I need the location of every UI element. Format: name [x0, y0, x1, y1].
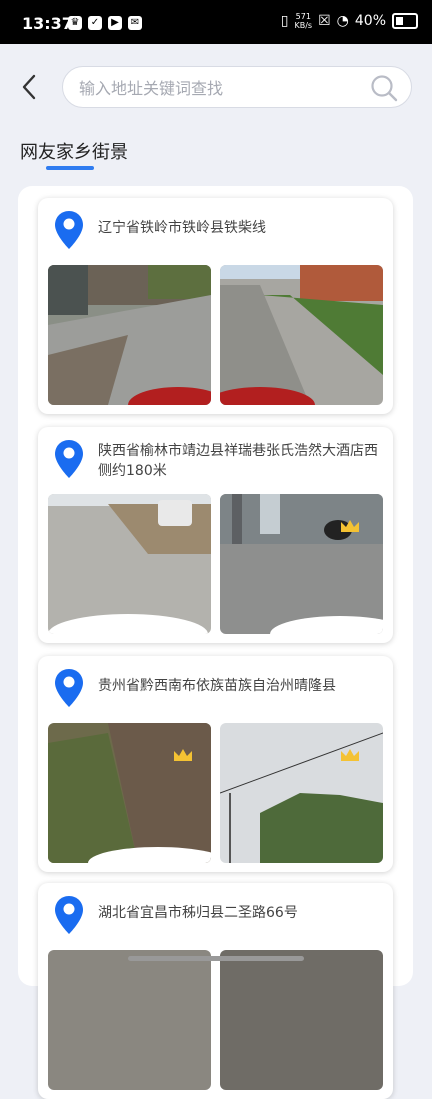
status-time: 13:37 — [22, 14, 73, 33]
streetview-photo[interactable] — [48, 265, 211, 405]
streetview-photo[interactable] — [220, 723, 383, 863]
network-speed: 571 KB/s — [294, 12, 312, 30]
battery-icon — [392, 13, 418, 29]
location-card[interactable]: 陕西省榆林市靖边县祥瑞巷张氏浩然大酒店西侧约180米 — [38, 427, 393, 643]
back-icon[interactable] — [16, 72, 42, 102]
location-card[interactable]: 贵州省黔西南布依族苗族自治州晴隆县 — [38, 656, 393, 872]
network-speed-value: 571 — [295, 12, 311, 21]
network-speed-unit: KB/s — [294, 21, 313, 30]
streetview-photo[interactable] — [220, 950, 383, 1090]
location-pin-icon — [55, 896, 83, 934]
header — [0, 44, 432, 130]
battery-percent: 40% — [354, 13, 386, 29]
crown-icon — [174, 749, 192, 761]
location-pin-icon — [55, 211, 83, 249]
notification-icons: ♛ ✓ ▶ ✉ — [68, 16, 142, 30]
mail-notification-icon: ✉ — [128, 16, 142, 30]
check-notification-icon: ✓ — [88, 16, 102, 30]
tab-indicator — [46, 166, 94, 170]
crown-notification-icon: ♛ — [68, 16, 82, 30]
location-card[interactable]: 湖北省宜昌市秭归县二圣路66号 — [38, 883, 393, 1099]
sim-icon: ☒ — [318, 13, 331, 29]
wifi-icon: ◔ — [336, 13, 349, 29]
location-address: 陕西省榆林市靖边县祥瑞巷张氏浩然大酒店西侧约180米 — [98, 443, 378, 479]
section-title[interactable]: 网友家乡街景 — [20, 138, 128, 164]
streetview-photo[interactable] — [220, 265, 383, 405]
streetview-list: 辽宁省铁岭市铁岭县铁柴线 陕西省榆林市靖边县祥瑞巷张氏浩然大酒店西侧约180米 … — [18, 186, 413, 1099]
location-pin-icon — [55, 440, 83, 478]
location-pin-icon — [55, 669, 83, 707]
location-card[interactable]: 辽宁省铁岭市铁岭县铁柴线 — [38, 198, 393, 414]
streetview-photo[interactable] — [48, 723, 211, 863]
crown-icon — [341, 749, 359, 761]
location-address: 辽宁省铁岭市铁岭县铁柴线 — [98, 220, 266, 236]
streetview-photo[interactable] — [220, 494, 383, 634]
streetview-photo[interactable] — [48, 494, 211, 634]
location-address: 贵州省黔西南布依族苗族自治州晴隆县 — [98, 678, 336, 694]
status-bar: 13:37 ♛ ✓ ▶ ✉ ▯ 571 KB/s ☒ ◔ 40% — [0, 0, 432, 44]
search-icon[interactable] — [369, 73, 399, 103]
home-indicator[interactable] — [128, 956, 304, 961]
status-right: ▯ 571 KB/s ☒ ◔ 40% — [281, 12, 418, 30]
location-address: 湖北省宜昌市秭归县二圣路66号 — [98, 905, 298, 921]
streetview-photo[interactable] — [48, 950, 211, 1090]
crown-icon — [341, 520, 359, 532]
play-notification-icon: ▶ — [108, 16, 122, 30]
vibrate-icon: ▯ — [280, 13, 289, 29]
search-input[interactable] — [77, 75, 361, 101]
search-bar[interactable] — [62, 66, 412, 108]
